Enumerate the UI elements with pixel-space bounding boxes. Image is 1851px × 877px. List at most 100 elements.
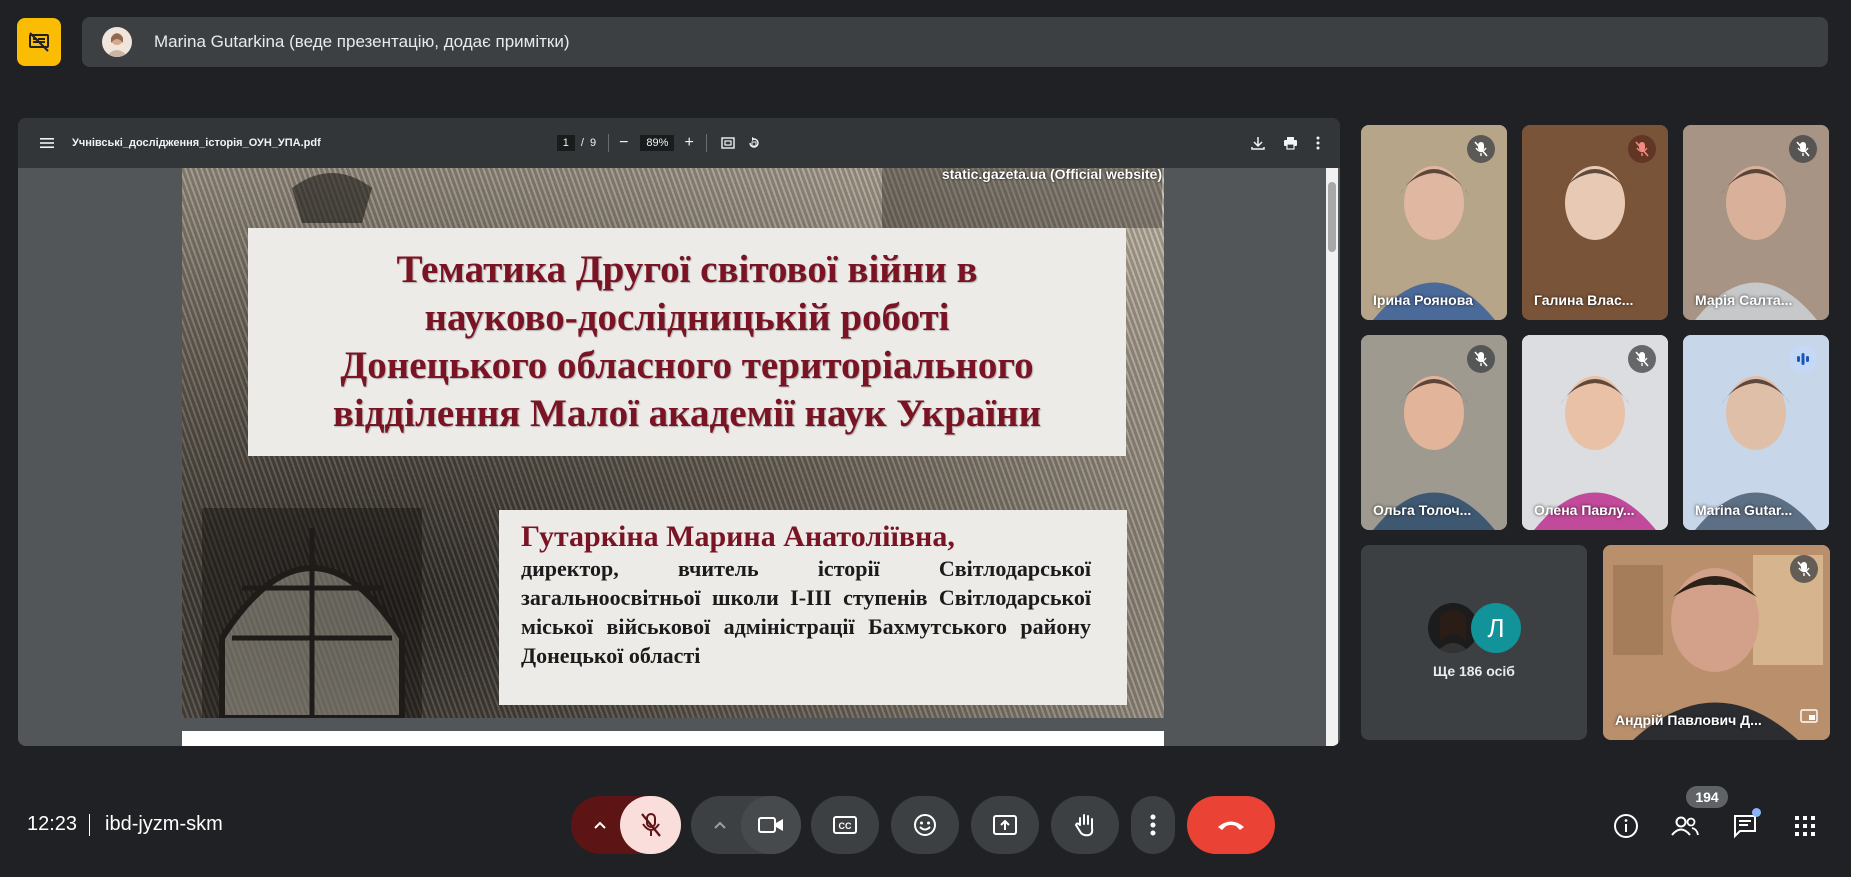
picture-in-picture-icon[interactable] [1800,709,1818,728]
participant-tile[interactable]: Марія Салта... [1683,125,1829,320]
more-vert-icon[interactable] [1316,136,1320,150]
pdf-page: static.gazeta.ua (Official website) Тема… [182,168,1164,718]
mic-off-icon [1635,141,1649,157]
print-icon[interactable] [1283,136,1298,150]
reactions-button[interactable] [891,796,959,854]
download-icon[interactable] [1251,136,1265,150]
pdf-viewer: Учнівські_дослідження_історія_ОУН_УПА.pd… [18,118,1340,746]
chevron-up-icon [714,821,726,829]
camera-toggle-button[interactable] [741,796,801,854]
participant-name: Олена Павлу... [1534,502,1635,518]
unread-dot [1752,808,1761,817]
more-participants-label: Ще 186 осіб [1433,663,1515,679]
raise-hand-button[interactable] [1051,796,1119,854]
mic-off-indicator [1628,345,1656,373]
pdf-document-area[interactable]: static.gazeta.ua (Official website) Тема… [18,168,1340,746]
slide-author-description: директор, вчитель історії Світлодарської… [521,556,1091,668]
meeting-clock: 12:23 [27,813,78,835]
captions-button[interactable]: CC [811,796,879,854]
screen-share-off-icon [29,32,49,52]
more-participants-tile[interactable]: Л Ще 186 осіб [1361,545,1587,740]
mic-toggle-button[interactable] [620,796,681,854]
participant-name: Галина Влас... [1534,292,1634,308]
people-button[interactable] [1667,808,1703,844]
toolbar-divider [705,134,707,152]
participant-count-badge: 194 [1686,786,1728,808]
zoom-out-button[interactable]: − [619,134,628,152]
clock-separator [89,814,90,836]
more-options-button[interactable] [1131,796,1175,854]
participant-name: Андрій Павлович Д... [1615,712,1762,728]
speaking-indicator [1789,345,1817,373]
participant-tile[interactable]: Marina Gutar... [1683,335,1829,530]
participant-name: Ольга Толоч... [1373,502,1472,518]
call-end-icon [1218,821,1244,830]
chevron-up-icon [594,821,606,829]
more-vert-icon [1150,814,1156,836]
audio-level-icon [1797,353,1809,365]
chat-button[interactable] [1727,808,1763,844]
pdf-toolbar: Учнівські_дослідження_історія_ОУН_УПА.pd… [18,118,1340,168]
slide-title-line: Тематика Другої світової війни в [396,248,978,291]
slide-title-line: відділення Малої академії наук України [332,392,1042,435]
closed-captions-icon: CC [833,816,857,834]
page-separator: / [580,137,584,149]
activities-button[interactable] [1787,808,1823,844]
fit-page-icon[interactable] [721,137,735,149]
presenter-banner: Marina Gutarkina (веде презентацію, дода… [82,17,1828,67]
mic-off-indicator [1467,135,1495,163]
mic-off-icon [640,813,661,837]
leave-call-button[interactable] [1187,796,1275,854]
menu-icon[interactable] [38,134,56,152]
mic-off-icon [1635,351,1649,367]
page-total: 9 [589,137,597,149]
apps-grid-icon [1795,816,1815,836]
participant-tile[interactable]: Олена Павлу... [1522,335,1668,530]
hand-icon [1074,814,1094,837]
slide-author-name: Гутаркіна Марина Анатоліївна, [521,520,955,553]
slide-title-line: науково-дослідницькій роботі [424,296,950,339]
mic-off-icon [1474,141,1488,157]
slide-title-box: Тематика Другої світової війни в науково… [248,228,1126,456]
mic-off-icon [1474,351,1488,367]
pdf-filename: Учнівські_дослідження_історія_ОУН_УПА.pd… [72,137,321,149]
self-view-tile[interactable]: Андрій Павлович Д... [1603,545,1830,740]
mic-off-indicator [1628,135,1656,163]
scrollbar-thumb[interactable] [1328,182,1336,252]
slide-title-line: Донецького обласного територіального [340,344,1034,387]
participant-name: Марія Салта... [1695,292,1793,308]
emoji-icon [914,814,936,836]
presenter-avatar [102,27,132,57]
mic-off-indicator [1790,555,1818,583]
toolbar-divider [608,134,610,152]
participant-tile[interactable]: Ольга Толоч... [1361,335,1507,530]
present-now-button[interactable] [971,796,1039,854]
presenter-name: Marina Gutarkina (веде презентацію, дода… [154,32,570,51]
mic-off-indicator [1467,345,1495,373]
stop-presenting-button[interactable] [17,18,61,66]
people-icon [1671,816,1699,836]
participant-tile[interactable]: Ірина Роянова [1361,125,1507,320]
videocam-icon [758,817,783,833]
slide-source-label: static.gazeta.ua (Official website) [941,168,1162,182]
mic-off-indicator [1789,135,1817,163]
meeting-details-button[interactable] [1608,808,1644,844]
present-to-all-icon [993,815,1017,835]
info-icon [1614,814,1638,838]
chat-icon [1734,815,1756,839]
participant-tile[interactable]: Галина Влас... [1522,125,1668,320]
svg-text:CC: CC [839,821,852,831]
participant-name: Marina Gutar... [1695,502,1793,518]
participant-name: Ірина Роянова [1373,292,1473,308]
zoom-in-button[interactable]: + [684,134,693,152]
mic-off-icon [1797,561,1811,577]
pdf-scrollbar[interactable] [1326,168,1338,746]
page-input[interactable]: 1 [556,135,575,151]
rotate-icon[interactable] [747,136,761,150]
pdf-next-page [182,731,1164,746]
meeting-code: ibd-jyzm-skm [105,813,223,835]
mic-off-icon [1796,141,1810,157]
participant-avatar-letter: Л [1471,603,1521,653]
slide-author-box: Гутаркіна Марина Анатоліївна, директор, … [499,510,1127,705]
zoom-input[interactable]: 89% [640,135,675,151]
